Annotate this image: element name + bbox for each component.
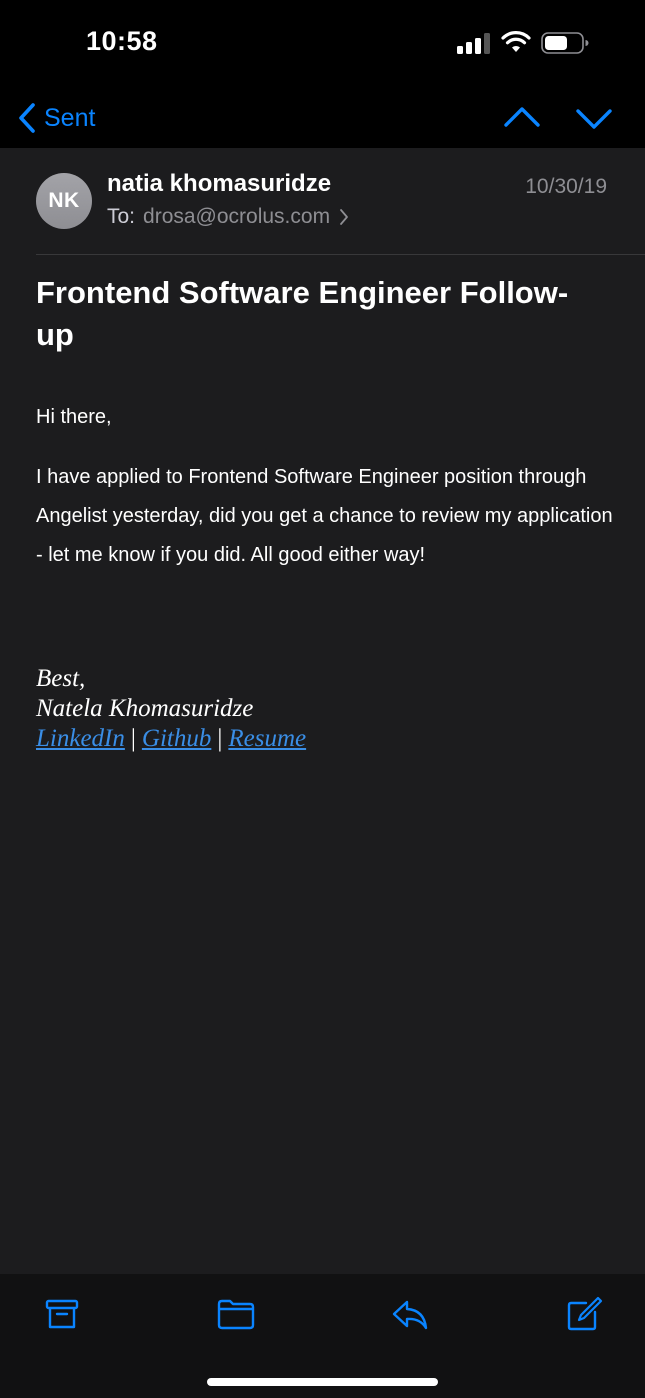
next-message-button[interactable] <box>574 98 614 138</box>
back-button[interactable]: Sent <box>16 98 95 138</box>
reply-icon[interactable] <box>390 1294 430 1334</box>
message-greeting: Hi there, <box>36 406 112 428</box>
message-view: NK natia khomasuridze 10/30/19 To: drosa… <box>0 148 645 1274</box>
chevron-right-icon <box>340 209 348 225</box>
signature-links: LinkedIn | Github | Resume <box>36 724 306 754</box>
linkedin-link[interactable]: LinkedIn <box>36 725 125 752</box>
previous-message-button[interactable] <box>502 98 542 138</box>
home-indicator[interactable] <box>207 1378 438 1386</box>
navigation-bar: Sent <box>0 88 645 148</box>
cellular-signal-icon <box>457 32 493 54</box>
chevron-left-icon <box>19 103 35 133</box>
archive-icon[interactable] <box>42 1294 82 1334</box>
link-separator: | <box>130 725 136 752</box>
status-bar: 10:58 <box>0 0 645 88</box>
back-label: Sent <box>44 103 96 132</box>
link-separator: | <box>217 725 223 752</box>
avatar[interactable]: NK <box>36 173 92 229</box>
message-date: 10/30/19 <box>525 175 607 198</box>
header-divider <box>36 254 645 255</box>
folder-icon[interactable] <box>216 1294 256 1334</box>
github-link[interactable]: Github <box>142 725 211 752</box>
resume-link[interactable]: Resume <box>228 725 306 752</box>
compose-icon[interactable] <box>564 1294 604 1334</box>
signature: Best, Natela Khomasuridze LinkedIn | Githu… <box>36 664 306 754</box>
to-label: To: <box>107 205 136 228</box>
sender-name[interactable]: natia khomasuridze <box>107 170 331 198</box>
signature-closing: Best, <box>36 665 86 692</box>
recipient-address[interactable]: drosa@ocrolus.com <box>143 205 330 229</box>
wifi-icon <box>501 31 531 52</box>
signature-name: Natela Khomasuridze <box>36 695 254 722</box>
recipients-line[interactable]: To: drosa@ocrolus.com <box>107 205 350 229</box>
status-time: 10:58 <box>86 26 158 56</box>
message-body: I have applied to Frontend Software Engi… <box>36 466 613 566</box>
message-subject: Frontend Software Engineer Follow-up <box>36 275 569 352</box>
battery-icon <box>541 32 589 54</box>
bottom-toolbar <box>0 1274 645 1398</box>
